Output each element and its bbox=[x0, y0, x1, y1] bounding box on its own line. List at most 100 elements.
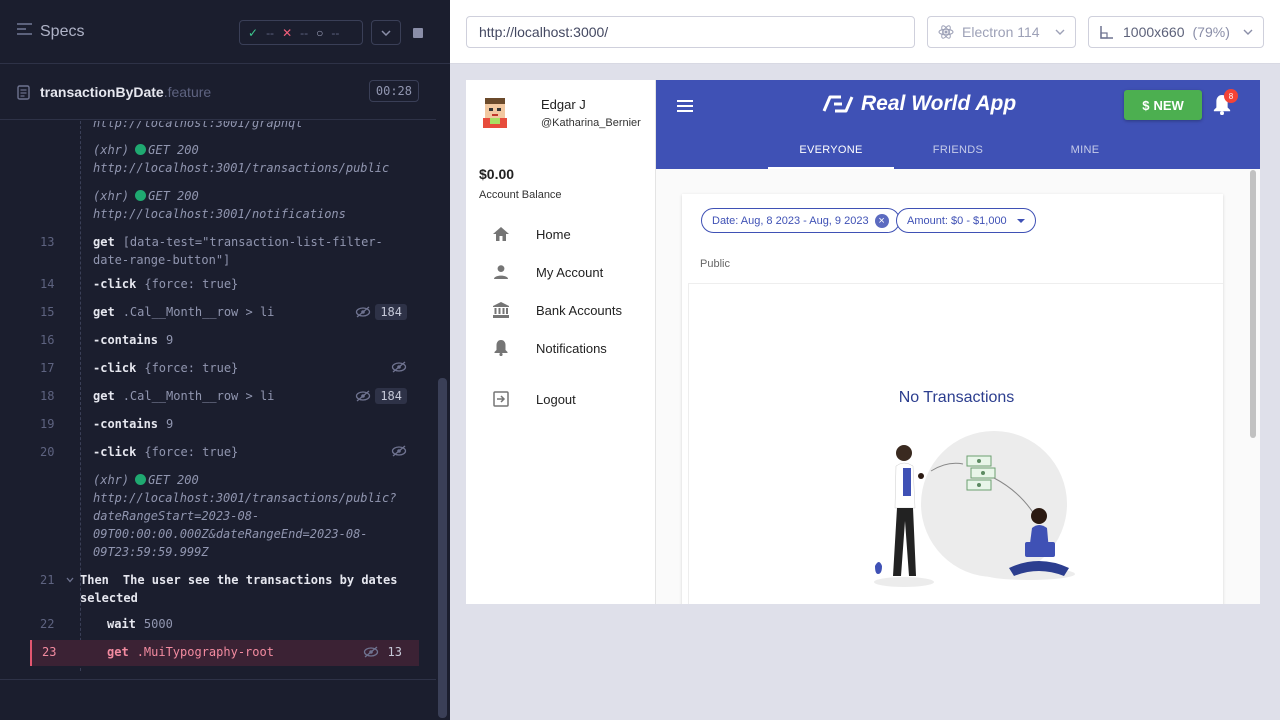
spec-file-extension: .feature bbox=[163, 84, 212, 100]
viewport-select[interactable]: 1000x660 (79%) bbox=[1088, 16, 1264, 48]
command-message: {force: true} bbox=[144, 277, 239, 291]
chevron-down-icon bbox=[381, 29, 391, 36]
runner-toolbar: Specs ✓ -- ✕ -- ○ -- bbox=[0, 0, 450, 64]
command-number: 14 bbox=[40, 277, 55, 291]
app-logo[interactable]: Real World App bbox=[821, 92, 1016, 116]
step-keyword: Then bbox=[80, 573, 109, 587]
user-handle: @Katharina_Bernier bbox=[541, 117, 641, 129]
url-input[interactable] bbox=[466, 16, 915, 48]
command-xhr[interactable]: (xhr) GET 200 http://localhost:3001/trans… bbox=[93, 471, 436, 561]
element-visibility bbox=[391, 361, 407, 373]
sidebar-item-label: Home bbox=[536, 226, 571, 242]
specs-button[interactable]: Specs bbox=[17, 22, 84, 41]
date-range-filter-chip[interactable]: Date: Aug, 8 2023 - Aug, 9 2023 × bbox=[701, 208, 900, 233]
command-number: 22 bbox=[40, 617, 55, 631]
command-row[interactable]: 20 -click {force: true} bbox=[30, 445, 419, 459]
new-button-label: NEW bbox=[1153, 97, 1184, 113]
command-name: -click bbox=[93, 361, 137, 375]
command-row[interactable]: 17 -click {force: true} bbox=[30, 361, 419, 375]
menu-icon[interactable] bbox=[676, 97, 694, 115]
xhr-status-dot bbox=[135, 474, 147, 485]
tab-friends[interactable]: FRIENDS bbox=[895, 138, 1021, 169]
runner-footer-divider bbox=[0, 679, 436, 680]
xhr-url: http://localhost:3001/transactions/publi… bbox=[93, 161, 390, 175]
element-count: 184 bbox=[355, 304, 407, 320]
logout-icon bbox=[492, 390, 510, 408]
tab-everyone[interactable]: EVERYONE bbox=[768, 138, 894, 169]
command-row[interactable]: 18 get .Cal__Month__row > li 184 bbox=[30, 388, 419, 404]
command-message: 5000 bbox=[143, 617, 173, 631]
count-badge: 184 bbox=[375, 388, 407, 404]
command-number: 15 bbox=[40, 305, 55, 319]
command-message: .MuiTypography-root bbox=[136, 645, 274, 659]
app-logo-text: Real World App bbox=[861, 92, 1017, 115]
eye-hidden-icon bbox=[391, 445, 407, 457]
bell-icon bbox=[492, 339, 510, 357]
passed-check-icon: ✓ bbox=[248, 25, 259, 40]
command-xhr-url[interactable]: http://localhost:3001/graphql bbox=[93, 121, 436, 132]
test-stats: ✓ -- ✕ -- ○ -- bbox=[239, 20, 363, 45]
command-row-failed[interactable]: 23 get .MuiTypography-root 13 bbox=[30, 640, 419, 666]
command-row[interactable]: 19 -contains 9 bbox=[30, 417, 419, 431]
person-icon bbox=[492, 263, 510, 281]
xhr-status-dot bbox=[135, 190, 147, 201]
app-scrollbar[interactable] bbox=[1250, 170, 1256, 438]
sidebar-item-my-account[interactable]: My Account bbox=[466, 256, 656, 288]
new-transaction-button[interactable]: $ NEW bbox=[1124, 90, 1202, 120]
command-name: get bbox=[107, 645, 129, 659]
command-xhr[interactable]: (xhr) GET 200 http://localhost:3001/trans… bbox=[93, 141, 436, 177]
command-name: -contains bbox=[93, 333, 159, 347]
clear-date-icon[interactable]: × bbox=[874, 213, 889, 228]
command-message: 9 bbox=[166, 417, 174, 431]
xhr-label: (xhr) bbox=[93, 189, 130, 203]
user-full-name: Edgar J bbox=[541, 97, 586, 112]
rwa-logo-icon bbox=[822, 95, 854, 113]
stop-button[interactable] bbox=[403, 20, 433, 45]
zoom-level: (79%) bbox=[1192, 24, 1230, 40]
app-header: Real World App $ NEW 8 EVERYONE FRIENDS … bbox=[656, 80, 1260, 169]
tab-mine[interactable]: MINE bbox=[1022, 138, 1148, 169]
command-name: -contains bbox=[93, 417, 159, 431]
sidebar-item-label: My Account bbox=[536, 264, 604, 280]
command-row[interactable]: 13 get [data-test="transaction-list-filte… bbox=[30, 233, 419, 269]
command-log: http://localhost:3001/graphql (xhr) GET 2… bbox=[0, 121, 436, 679]
element-visibility bbox=[391, 445, 407, 457]
command-name: get bbox=[93, 235, 115, 249]
app-preview: Edgar J @Katharina_Bernier $0.00 Account… bbox=[466, 80, 1260, 604]
command-log-scrollbar[interactable] bbox=[438, 378, 447, 718]
command-message: .Cal__Month__row > li bbox=[122, 305, 275, 319]
sidebar-item-notifications[interactable]: Notifications bbox=[466, 332, 656, 364]
list-section-label: Public bbox=[700, 258, 730, 270]
failed-count: -- bbox=[300, 25, 309, 40]
amount-range-filter-chip[interactable]: Amount: $0 - $1,000 bbox=[896, 208, 1036, 233]
transfer-money-illustration bbox=[874, 431, 1075, 587]
aut-toolbar: Electron 114 1000x660 (79%) bbox=[450, 0, 1280, 64]
command-message: .Cal__Month__row > li bbox=[122, 389, 275, 403]
sidebar-item-home[interactable]: Home bbox=[466, 218, 656, 250]
command-row[interactable]: 15 get .Cal__Month__row > li 184 bbox=[30, 304, 419, 320]
notification-count-badge: 8 bbox=[1224, 89, 1238, 103]
browser-select[interactable]: Electron 114 bbox=[927, 16, 1076, 48]
xhr-url-cont: dateRangeStart=2023-08- bbox=[93, 509, 260, 523]
chevron-down-icon bbox=[1055, 29, 1065, 35]
sidebar-item-bank-accounts[interactable]: Bank Accounts bbox=[466, 294, 656, 326]
xhr-label: (xhr) bbox=[93, 143, 130, 157]
step-row[interactable]: 21 Then The user see the transactions by … bbox=[30, 571, 419, 607]
sidebar-item-logout[interactable]: Logout bbox=[466, 383, 656, 415]
xhr-url: http://localhost:3001/transactions/publi… bbox=[93, 491, 397, 505]
command-xhr[interactable]: (xhr) GET 200 http://localhost:3001/notif… bbox=[93, 187, 436, 223]
command-row[interactable]: 22 wait 5000 bbox=[30, 617, 419, 631]
command-row[interactable]: 14 -click {force: true} bbox=[30, 277, 419, 291]
command-message: [data-test="transaction-list-filter- bbox=[122, 235, 383, 249]
command-message: {force: true} bbox=[144, 361, 239, 375]
eye-hidden-icon bbox=[391, 361, 407, 373]
command-row[interactable]: 16 -contains 9 bbox=[30, 333, 419, 347]
avatar[interactable] bbox=[480, 96, 510, 130]
sidebar-item-label: Logout bbox=[536, 391, 576, 407]
eye-hidden-icon bbox=[363, 646, 378, 658]
expand-collapse-button[interactable] bbox=[371, 20, 401, 45]
command-number: 20 bbox=[40, 445, 55, 459]
eye-hidden-icon bbox=[356, 390, 371, 402]
specs-label: Specs bbox=[40, 22, 85, 40]
command-number: 17 bbox=[40, 361, 55, 375]
